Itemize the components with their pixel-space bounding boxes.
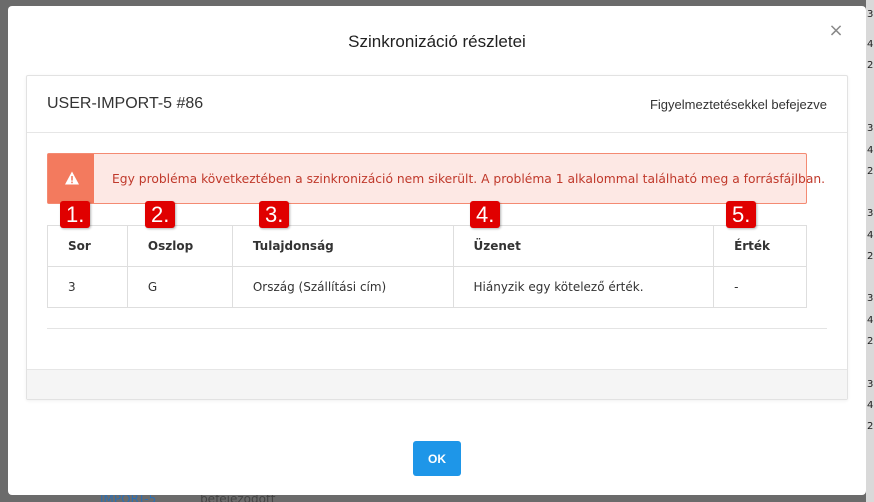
background-fragment: 4	[867, 39, 874, 50]
column-header-message: Üzenet	[452, 225, 715, 267]
background-fragment: 3	[867, 293, 874, 304]
column-header-property: Tulajdonság	[231, 225, 454, 267]
sync-panel: USER-IMPORT-5 #86 Figyelmeztetésekkel be…	[26, 75, 848, 400]
table-row: 3 G Ország (Szállítási cím) Hiányzik egy…	[47, 266, 807, 308]
background-fragment: 2	[867, 421, 874, 432]
modal-title: Szinkronizáció részletei	[348, 32, 526, 51]
warning-icon	[65, 171, 79, 185]
cell-message: Hiányzik egy kötelező érték.	[452, 266, 715, 308]
background-fragment: 2	[867, 336, 874, 347]
alert-icon-box	[48, 154, 94, 203]
background-fragment: 4	[867, 145, 874, 156]
column-header-row-number: Sor	[47, 225, 128, 267]
background-fragment: 3	[867, 208, 874, 219]
sync-details-modal: Szinkronizáció részletei × USER-IMPORT-5…	[8, 6, 866, 495]
divider	[47, 328, 827, 329]
column-header-column: Oszlop	[126, 225, 233, 267]
cell-property: Ország (Szállítási cím)	[231, 266, 454, 308]
cell-column: G	[126, 266, 233, 308]
status-label: Figyelmeztetésekkel befejezve	[649, 97, 827, 112]
annotation-badge-1: 1.	[60, 201, 91, 228]
background-fragment: 4	[867, 230, 874, 241]
background-fragment: 3	[867, 379, 874, 390]
panel-header: USER-IMPORT-5 #86 Figyelmeztetésekkel be…	[27, 76, 847, 133]
error-alert: Egy probléma következtében a szinkronizá…	[47, 153, 825, 204]
panel-footer	[27, 369, 847, 399]
cell-value: -	[713, 266, 807, 308]
background-fragment: 4	[867, 315, 874, 326]
column-header-value: Érték	[713, 225, 807, 267]
annotation-badge-2: 2.	[145, 201, 176, 228]
alert-message: Egy probléma következtében a szinkronizá…	[112, 172, 826, 186]
issues-table: Sor Oszlop Tulajdonság Üzenet Érték 3 G …	[47, 225, 807, 308]
table-header-row: Sor Oszlop Tulajdonság Üzenet Érték	[47, 225, 807, 267]
annotation-badge-5: 5.	[726, 201, 757, 228]
background-page-edge: 3 4 2 3 4 2 3 4 2 3 4 2 3 4 2	[866, 0, 874, 502]
annotation-badge-4: 4.	[470, 201, 501, 228]
annotation-badge-3: 3.	[259, 201, 290, 228]
background-fragment: 4	[867, 400, 874, 411]
close-button[interactable]: ×	[826, 20, 846, 42]
cell-row-number: 3	[47, 266, 128, 308]
background-fragment: 2	[867, 60, 874, 71]
background-fragment: 3	[867, 123, 874, 134]
background-fragment: 2	[867, 166, 874, 177]
background-fragment: 3	[867, 9, 874, 20]
ok-button[interactable]: OK	[413, 441, 461, 476]
panel-title: USER-IMPORT-5 #86	[47, 95, 204, 112]
background-fragment: 2	[867, 251, 874, 262]
